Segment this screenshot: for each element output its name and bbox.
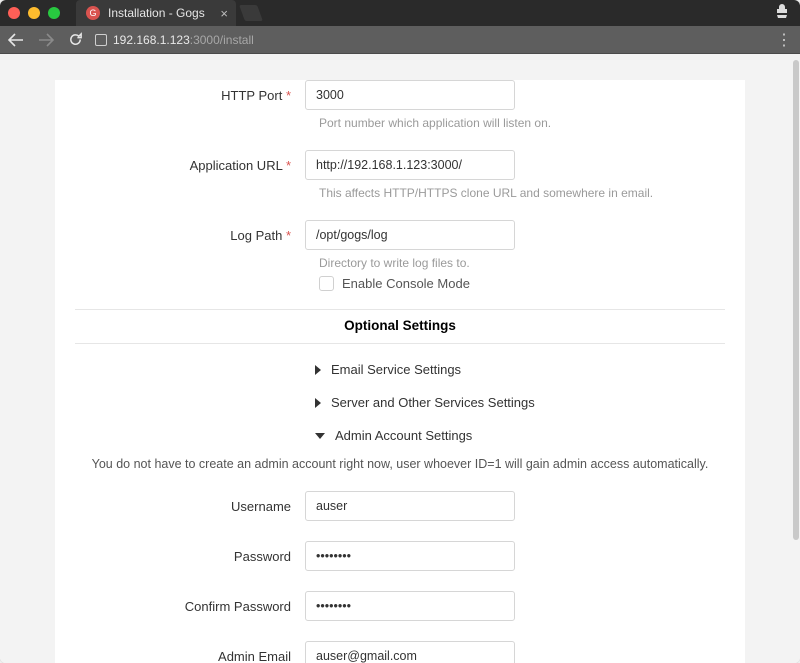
row-admin-username: Username: [75, 491, 725, 521]
label-app-url: Application URL *: [75, 158, 305, 173]
scrollbar-track[interactable]: [791, 54, 799, 663]
input-http-port[interactable]: [305, 80, 515, 110]
scrollbar-thumb[interactable]: [793, 60, 799, 540]
toggle-email-settings[interactable]: Email Service Settings: [315, 362, 725, 377]
window-minimize-button[interactable]: [28, 7, 40, 19]
browser-toolbar: 192.168.1.123:3000/install ⋮: [0, 26, 800, 54]
label-log-path: Log Path *: [75, 228, 305, 243]
input-admin-password[interactable]: [305, 541, 515, 571]
row-http-port: HTTP Port *: [75, 80, 725, 110]
label-http-port: HTTP Port *: [75, 88, 305, 103]
admin-note: You do not have to create an admin accou…: [75, 457, 725, 471]
row-app-url: Application URL *: [75, 150, 725, 180]
input-admin-username[interactable]: [305, 491, 515, 521]
new-tab-button[interactable]: [239, 5, 263, 21]
nav-back-icon[interactable]: [8, 32, 24, 48]
help-http-port: Port number which application will liste…: [319, 116, 725, 130]
input-log-path[interactable]: [305, 220, 515, 250]
label-admin-username: Username: [75, 499, 305, 514]
caret-down-icon: [315, 433, 325, 439]
caret-right-icon: [315, 365, 321, 375]
site-info-icon[interactable]: [95, 34, 107, 46]
row-admin-password: Password: [75, 541, 725, 571]
tab-close-icon[interactable]: ×: [220, 6, 228, 21]
toggle-admin-settings[interactable]: Admin Account Settings: [315, 428, 725, 443]
checkbox-console-mode[interactable]: [319, 276, 334, 291]
nav-reload-icon[interactable]: [68, 32, 83, 47]
browser-tab[interactable]: G Installation - Gogs ×: [76, 0, 236, 26]
help-log-path: Directory to write log files to.: [319, 256, 725, 270]
row-admin-email: Admin Email: [75, 641, 725, 663]
caret-right-icon: [315, 398, 321, 408]
input-app-url[interactable]: [305, 150, 515, 180]
address-bar[interactable]: 192.168.1.123:3000/install: [95, 33, 764, 47]
url-host: 192.168.1.123: [113, 33, 190, 47]
help-app-url: This affects HTTP/HTTPS clone URL and so…: [319, 186, 725, 200]
url-path: :3000/install: [190, 33, 254, 47]
page-viewport: HTTP Port * Port number which applicatio…: [0, 54, 800, 663]
browser-menu-icon[interactable]: ⋮: [776, 30, 792, 50]
row-log-path: Log Path *: [75, 220, 725, 250]
toggle-admin-label: Admin Account Settings: [335, 428, 472, 443]
label-admin-email: Admin Email: [75, 649, 305, 663]
row-console-mode: Enable Console Mode: [319, 276, 725, 291]
toggle-email-label: Email Service Settings: [331, 362, 461, 377]
window-close-button[interactable]: [8, 7, 20, 19]
window-controls: [8, 7, 60, 19]
label-admin-password: Password: [75, 549, 305, 564]
label-admin-confirm: Confirm Password: [75, 599, 305, 614]
section-optional-settings: Optional Settings: [75, 309, 725, 344]
tab-title: Installation - Gogs: [108, 6, 205, 20]
row-admin-confirm: Confirm Password: [75, 591, 725, 621]
toggle-server-settings[interactable]: Server and Other Services Settings: [315, 395, 725, 410]
input-admin-confirm[interactable]: [305, 591, 515, 621]
tab-favicon: G: [86, 6, 100, 20]
window-maximize-button[interactable]: [48, 7, 60, 19]
install-form-card: HTTP Port * Port number which applicatio…: [55, 80, 745, 663]
label-console-mode: Enable Console Mode: [342, 276, 470, 291]
browser-extension-icon[interactable]: [774, 4, 790, 20]
input-admin-email[interactable]: [305, 641, 515, 663]
nav-forward-icon[interactable]: [38, 32, 54, 48]
window-titlebar: G Installation - Gogs ×: [0, 0, 800, 26]
toggle-server-label: Server and Other Services Settings: [331, 395, 535, 410]
